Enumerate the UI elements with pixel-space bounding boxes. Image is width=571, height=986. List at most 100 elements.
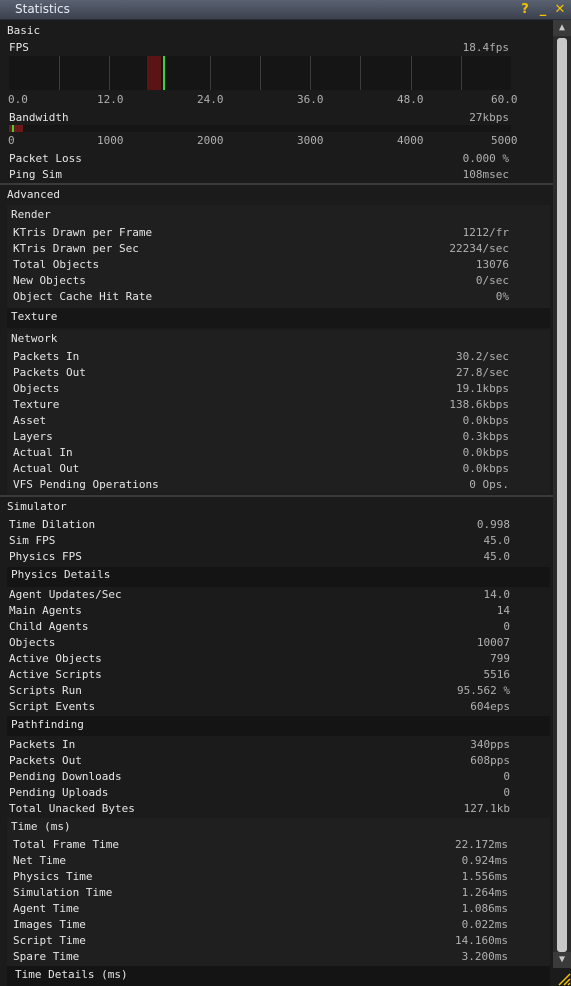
stat-row[interactable]: Packets Out 27.8/sec xyxy=(13,365,509,381)
title-bar[interactable]: Statistics ? _ ✕ xyxy=(0,0,571,20)
bandwidth-graph xyxy=(9,125,511,132)
divider xyxy=(0,183,553,185)
fps-value: 18.4fps xyxy=(462,41,509,54)
stat-row[interactable]: Script Events 604eps xyxy=(9,699,510,715)
stat-row[interactable]: Net Time 0.924ms xyxy=(13,853,508,869)
axis-tick-label: 0 xyxy=(8,134,15,147)
close-icon[interactable]: ✕ xyxy=(553,3,567,17)
axis-tick-label: 2000 xyxy=(197,134,224,147)
stat-value: 0.0kbps xyxy=(462,446,509,459)
stat-row[interactable]: Main Agents 14 xyxy=(9,603,510,619)
stat-row[interactable]: Physics Time 1.556ms xyxy=(13,869,508,885)
stat-value: 0.998 xyxy=(476,518,510,531)
axis-tick-label: 36.0 xyxy=(297,93,324,106)
stat-row[interactable]: Actual Out 0.0kbps xyxy=(13,461,509,477)
stat-row[interactable]: Packets Out 608pps xyxy=(9,753,510,769)
stat-row[interactable]: Active Scripts 5516 xyxy=(9,667,510,683)
stat-label: Time Dilation xyxy=(9,518,96,531)
stat-value: 0/sec xyxy=(475,274,509,287)
physics-details-header[interactable]: Physics Details xyxy=(11,566,110,584)
stat-label: Pending Uploads xyxy=(9,786,109,799)
stat-row[interactable]: Total Objects 13076 xyxy=(13,257,509,273)
stat-row[interactable]: Texture 138.6kbps xyxy=(13,397,509,413)
stat-value: 0.924ms xyxy=(461,854,508,867)
scroll-down-arrow[interactable]: ▼ xyxy=(553,952,571,968)
stat-label: Packets Out xyxy=(9,754,82,767)
bandwidth-label: Bandwidth xyxy=(9,111,69,124)
stat-value: 45.0 xyxy=(483,534,511,547)
scroll-up-arrow[interactable]: ▲ xyxy=(553,20,571,36)
stat-label: KTris Drawn per Sec xyxy=(13,242,139,255)
stat-value: 799 xyxy=(490,652,510,665)
stat-row[interactable]: Simulation Time 1.264ms xyxy=(13,885,508,901)
stat-row[interactable]: KTris Drawn per Sec 22234/sec xyxy=(13,241,509,257)
stat-value: 1.556ms xyxy=(461,870,508,883)
graph-gridline xyxy=(109,56,110,90)
stat-value: 0% xyxy=(495,290,509,303)
help-icon[interactable]: ? xyxy=(518,3,532,17)
stat-value: 0 xyxy=(503,770,510,783)
stat-row[interactable]: Scripts Run 95.562 % xyxy=(9,683,510,699)
texture-header[interactable]: Texture xyxy=(11,308,57,326)
stat-row[interactable]: Spare Time 3.200ms xyxy=(13,949,508,965)
axis-tick-label: 4000 xyxy=(397,134,424,147)
stat-row[interactable]: New Objects 0/sec xyxy=(13,273,509,289)
fps-row[interactable]: FPS 18.4fps xyxy=(9,40,509,56)
stat-label: Packets In xyxy=(9,738,76,751)
stat-label: Layers xyxy=(13,430,53,443)
stat-row[interactable]: Images Time 0.022ms xyxy=(13,917,508,933)
stat-label: Physics FPS xyxy=(9,550,82,563)
stat-value: 14.160ms xyxy=(455,934,508,947)
advanced-header[interactable]: Advanced xyxy=(7,186,60,204)
stat-row[interactable]: Total Unacked Bytes 127.1kb xyxy=(9,801,510,817)
stat-row[interactable]: VFS Pending Operations 0 Ops. xyxy=(13,477,509,493)
axis-tick-label: 3000 xyxy=(297,134,324,147)
network-header[interactable]: Network xyxy=(11,330,57,348)
stat-label: Objects xyxy=(9,636,56,649)
stat-row[interactable]: Time Dilation 0.998 xyxy=(9,517,510,533)
stat-row[interactable]: Packets In 30.2/sec xyxy=(13,349,509,365)
statistics-content: Basic FPS 18.4fps 0.0 12.0 24.0 36.0 48.0 60.… xyxy=(0,20,553,986)
simulator-header[interactable]: Simulator xyxy=(7,498,67,516)
stat-row[interactable]: Layers 0.3kbps xyxy=(13,429,509,445)
stat-row[interactable]: Agent Updates/Sec 14.0 xyxy=(9,587,510,603)
stat-label: Active Scripts xyxy=(9,668,102,681)
minimize-icon[interactable]: _ xyxy=(536,3,550,17)
stat-row[interactable]: Active Objects 799 xyxy=(9,651,510,667)
stat-row[interactable]: Packet Loss 0.000 % xyxy=(9,151,509,167)
stat-row[interactable]: Ping Sim 108msec xyxy=(9,167,509,183)
stat-label: Script Time xyxy=(13,934,86,947)
stat-row[interactable]: Script Time 14.160ms xyxy=(13,933,508,949)
stat-row[interactable]: Asset 0.0kbps xyxy=(13,413,509,429)
graph-gridline xyxy=(260,56,261,90)
bandwidth-row[interactable]: Bandwidth 27kbps xyxy=(9,110,509,126)
stat-label: Total Unacked Bytes xyxy=(9,802,135,815)
resize-handle-icon[interactable] xyxy=(553,968,571,986)
stat-row[interactable]: Actual In 0.0kbps xyxy=(13,445,509,461)
stat-row[interactable]: Agent Time 1.086ms xyxy=(13,901,508,917)
basic-header[interactable]: Basic xyxy=(7,22,40,40)
render-header[interactable]: Render xyxy=(11,206,51,224)
stat-label: Ping Sim xyxy=(9,168,62,181)
stat-row[interactable]: Physics FPS 45.0 xyxy=(9,549,510,565)
stat-row[interactable]: Child Agents 0 xyxy=(9,619,510,635)
stat-row[interactable]: Object Cache Hit Rate 0% xyxy=(13,289,509,305)
graph-gridline xyxy=(411,56,412,90)
stat-value: 340pps xyxy=(470,738,510,751)
stat-row[interactable]: Objects 19.1kbps xyxy=(13,381,509,397)
stat-row[interactable]: Objects 10007 xyxy=(9,635,510,651)
stat-value: 0.000 % xyxy=(462,152,509,165)
stat-row[interactable]: KTris Drawn per Frame 1212/fr xyxy=(13,225,509,241)
stat-row[interactable]: Pending Downloads 0 xyxy=(9,769,510,785)
stat-row[interactable]: Pending Uploads 0 xyxy=(9,785,510,801)
time-details-header[interactable]: Time Details (ms) xyxy=(15,966,128,984)
pathfinding-header[interactable]: Pathfinding xyxy=(11,716,84,734)
graph-gridline xyxy=(461,56,462,90)
divider xyxy=(0,495,553,497)
scrollbar-thumb[interactable] xyxy=(557,38,567,952)
fps-label: FPS xyxy=(9,41,29,54)
stat-row[interactable]: Sim FPS 45.0 xyxy=(9,533,510,549)
stat-row[interactable]: Packets In 340pps xyxy=(9,737,510,753)
time-header[interactable]: Time (ms) xyxy=(11,818,71,836)
stat-row[interactable]: Total Frame Time 22.172ms xyxy=(13,837,508,853)
